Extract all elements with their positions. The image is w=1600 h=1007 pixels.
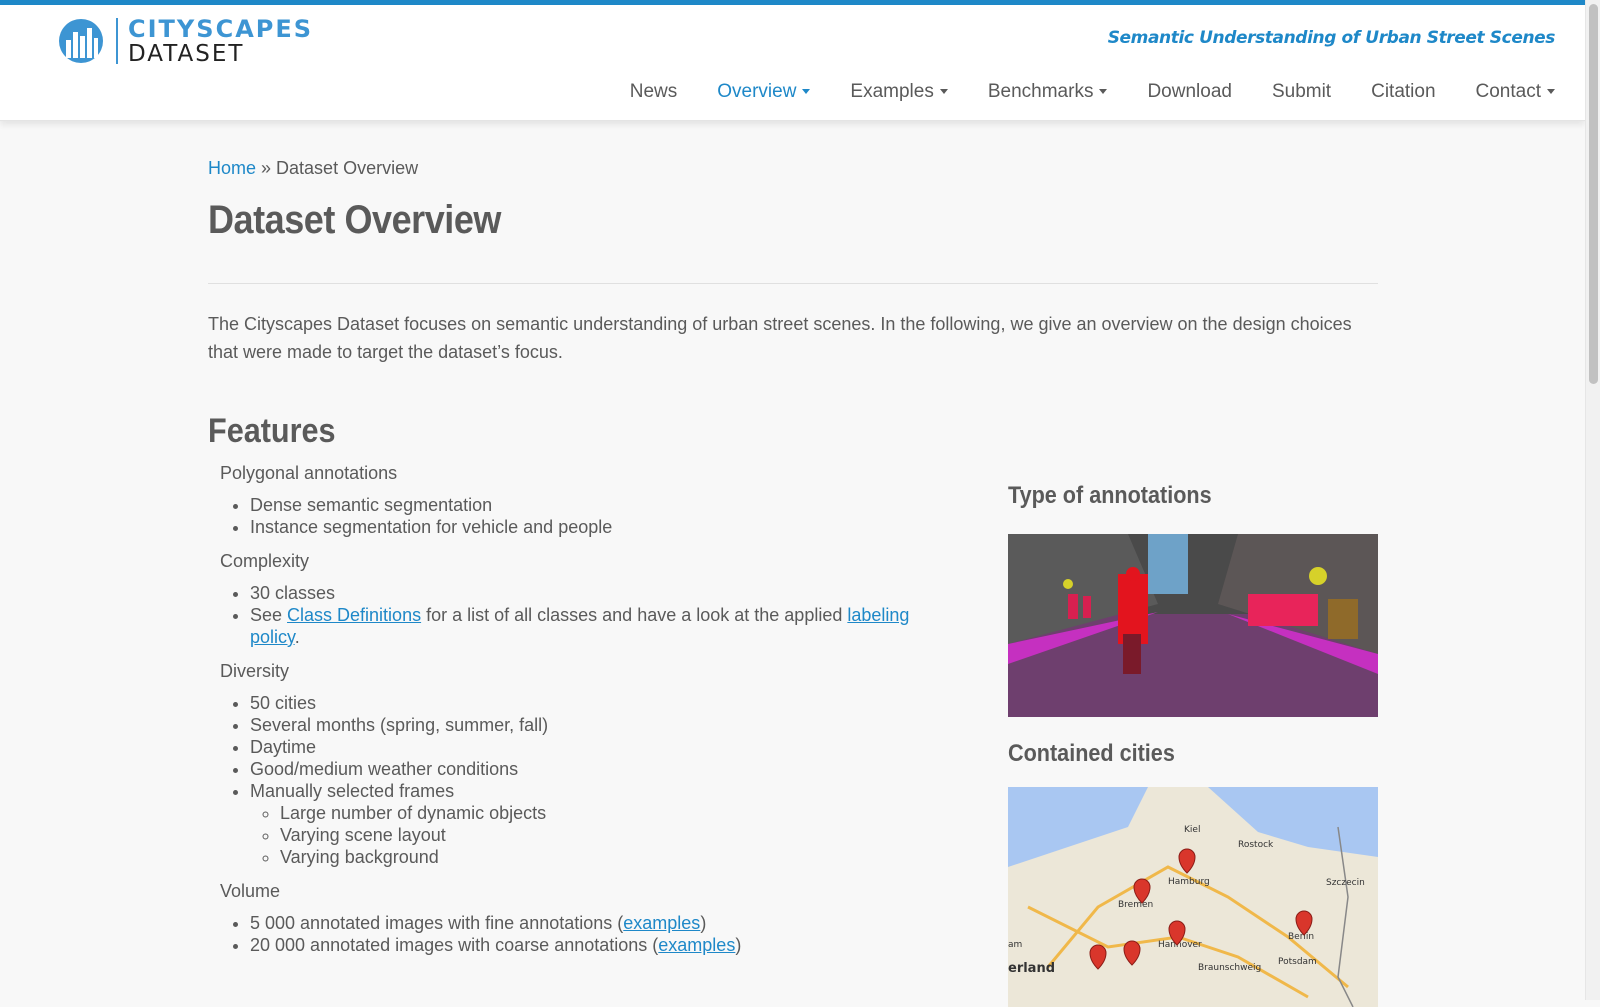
- diversity-list: 50 cities Several months (spring, summer…: [208, 692, 958, 868]
- map-label-kiel: Kiel: [1184, 825, 1200, 835]
- features-list: Polygonal annotations Dense semantic seg…: [208, 462, 958, 968]
- volume-fine-text: 5 000 annotated images with fine annotat…: [250, 913, 624, 933]
- class-definitions-link[interactable]: Class Definitions: [287, 605, 421, 625]
- map-label-potsdam: Potsdam: [1278, 957, 1317, 967]
- sub-list-item: Varying background: [280, 846, 958, 868]
- caret-down-icon: [1547, 89, 1555, 95]
- nav-item-label: Overview: [717, 81, 797, 102]
- complexity-label: Complexity: [220, 551, 310, 571]
- list-item: 5 000 annotated images with fine annotat…: [250, 912, 958, 934]
- features-heading: Features: [208, 412, 336, 450]
- list-item: Instance segmentation for vehicle and pe…: [250, 516, 958, 538]
- nav-item-label: Examples: [850, 81, 934, 102]
- nav-item-label: News: [629, 81, 678, 102]
- polygonal-list: Dense semantic segmentation Instance seg…: [208, 494, 958, 538]
- annotations-heading: Type of annotations: [1008, 482, 1212, 509]
- see-text: See: [250, 605, 288, 625]
- logo-text: CITYSCAPES DATASET: [128, 17, 313, 66]
- list-item: 20 000 annotated images with coarse anno…: [250, 934, 958, 956]
- list-item: Several months (spring, summer, fall): [250, 714, 958, 736]
- volume-label: Volume: [220, 881, 281, 901]
- caret-down-icon: [802, 89, 811, 95]
- nav-item-overview[interactable]: Overview: [697, 77, 830, 107]
- complexity-middle-text: for a list of all classes and have a loo…: [421, 605, 848, 625]
- nav-item-download[interactable]: Download: [1127, 77, 1252, 107]
- nav-item-label: Contact: [1475, 81, 1541, 102]
- germany-map-illustration: Kiel Rostock Hamburg Bremen Szczecin Han…: [1008, 787, 1378, 1007]
- page-scrollbar[interactable]: [1585, 0, 1600, 1000]
- caret-down-icon: [1099, 89, 1108, 95]
- sidebar: Type of annotations Contained cities Kie…: [1008, 482, 1378, 1007]
- sub-list-item: Varying scene layout: [280, 824, 958, 846]
- cities-map[interactable]: Kiel Rostock Hamburg Bremen Szczecin Han…: [1008, 787, 1378, 1007]
- nav-item-label: Benchmarks: [987, 81, 1094, 102]
- breadcrumb-separator: »: [256, 158, 277, 178]
- nav-item-label: Download: [1147, 81, 1232, 102]
- list-item: Good/medium weather conditions: [250, 758, 958, 780]
- site-logo[interactable]: CITYSCAPES DATASET: [58, 15, 313, 67]
- coarse-examples-link[interactable]: examples: [658, 935, 735, 955]
- complexity-list: 30 classes See Class Definitions for a l…: [208, 582, 958, 648]
- list-item-text: Manually selected frames: [250, 781, 455, 801]
- logo-line-2: DATASET: [128, 40, 245, 67]
- fine-examples-link[interactable]: examples: [623, 913, 700, 933]
- volume-list: 5 000 annotated images with fine annotat…: [208, 912, 958, 956]
- cityscapes-logo-icon: [59, 19, 103, 63]
- list-item: See Class Definitions for a list of all …: [250, 604, 958, 648]
- volume-coarse-text: 20 000 annotated images with coarse anno…: [250, 935, 659, 955]
- map-label-rostock: Rostock: [1238, 840, 1274, 850]
- nav-item-examples[interactable]: Examples: [830, 77, 967, 107]
- page-title: Dataset Overview: [208, 198, 501, 242]
- map-label-bremen: Bremen: [1118, 900, 1153, 910]
- logo-separator: [116, 18, 118, 64]
- map-label-szczecin: Szczecin: [1326, 878, 1365, 888]
- volume-coarse-close: ): [735, 935, 742, 955]
- map-label-hamburg: Hamburg: [1168, 877, 1210, 887]
- map-label-edge: am: [1008, 940, 1022, 950]
- list-item: Daytime: [250, 736, 958, 758]
- site-header: CITYSCAPES DATASET Semantic Understandin…: [0, 5, 1585, 121]
- caret-down-icon: [939, 89, 948, 95]
- nav-item-contact[interactable]: Contact: [1456, 77, 1555, 107]
- scrollbar-thumb[interactable]: [1589, 4, 1598, 384]
- breadcrumb-current: Dataset Overview: [276, 158, 419, 178]
- nav-item-benchmarks[interactable]: Benchmarks: [968, 77, 1128, 107]
- list-item: 50 cities: [250, 692, 958, 714]
- list-item: Manually selected frames Large number of…: [250, 780, 958, 868]
- nav-item-label: Submit: [1271, 81, 1332, 102]
- breadcrumb-home-link[interactable]: Home: [208, 158, 256, 178]
- segmentation-illustration: [1008, 534, 1378, 717]
- annotation-example-image[interactable]: [1008, 534, 1378, 717]
- site-tagline: Semantic Understanding of Urban Street S…: [1107, 28, 1556, 48]
- nav-item-submit[interactable]: Submit: [1252, 77, 1351, 107]
- intro-paragraph: The Cityscapes Dataset focuses on semant…: [208, 314, 1352, 362]
- frames-sublist: Large number of dynamic objects Varying …: [250, 802, 958, 868]
- list-item: Dense semantic segmentation: [250, 494, 958, 516]
- breadcrumb: Home » Dataset Overview: [208, 158, 418, 179]
- logo-line-1: CITYSCAPES: [128, 14, 314, 43]
- complexity-end-text: .: [294, 627, 300, 647]
- sub-list-item: Large number of dynamic objects: [280, 802, 958, 824]
- polygonal-label: Polygonal annotations: [220, 463, 398, 483]
- nav-item-label: Citation: [1371, 81, 1436, 102]
- main-nav: News Overview Examples Benchmarks Download Su…: [610, 77, 1555, 107]
- list-item: 30 classes: [250, 582, 958, 604]
- map-label-netherlands: erland: [1008, 961, 1055, 976]
- map-label-braunschweig: Braunschweig: [1198, 963, 1261, 973]
- volume-fine-close: ): [700, 913, 707, 933]
- map-label-berlin: Berlin: [1288, 932, 1314, 942]
- cities-heading: Contained cities: [1008, 740, 1175, 767]
- title-divider: [208, 283, 1378, 284]
- nav-item-news[interactable]: News: [610, 77, 698, 107]
- nav-item-citation[interactable]: Citation: [1351, 77, 1455, 107]
- diversity-label: Diversity: [220, 661, 290, 681]
